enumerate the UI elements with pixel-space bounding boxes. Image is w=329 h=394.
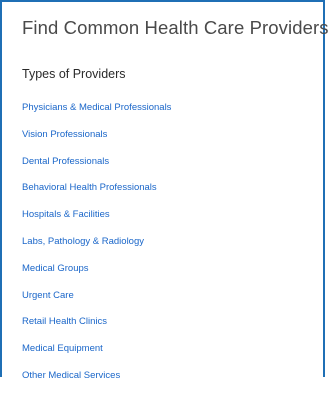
list-item: Urgent Care [22,287,171,314]
list-item: Vision Professionals [22,126,171,153]
list-item: Behavioral Health Professionals [22,179,171,206]
provider-link-other-services[interactable]: Other Medical Services [22,370,120,381]
provider-link-hospitals[interactable]: Hospitals & Facilities [22,209,110,220]
provider-link-retail-clinics[interactable]: Retail Health Clinics [22,316,107,327]
provider-link-labs[interactable]: Labs, Pathology & Radiology [22,236,144,247]
provider-link-dental[interactable]: Dental Professionals [22,156,109,167]
provider-link-physicians[interactable]: Physicians & Medical Professionals [22,102,171,113]
provider-panel: Find Common Health Care Providers Types … [0,0,329,381]
list-item: Hospitals & Facilities [22,206,171,233]
provider-list: Physicians & Medical Professionals Visio… [22,99,171,394]
list-item: Other Medical Services [22,367,171,394]
list-item: Medical Equipment [22,340,171,367]
section-heading: Types of Providers [22,67,126,81]
provider-link-behavioral-health[interactable]: Behavioral Health Professionals [22,182,157,193]
list-item: Retail Health Clinics [22,313,171,340]
provider-link-vision[interactable]: Vision Professionals [22,129,107,140]
page-title: Find Common Health Care Providers [22,17,329,38]
list-item: Medical Groups [22,260,171,287]
provider-link-medical-groups[interactable]: Medical Groups [22,263,89,274]
list-item: Dental Professionals [22,153,171,180]
list-item: Labs, Pathology & Radiology [22,233,171,260]
provider-link-urgent-care[interactable]: Urgent Care [22,290,74,301]
list-item: Physicians & Medical Professionals [22,99,171,126]
provider-link-medical-equipment[interactable]: Medical Equipment [22,343,103,354]
